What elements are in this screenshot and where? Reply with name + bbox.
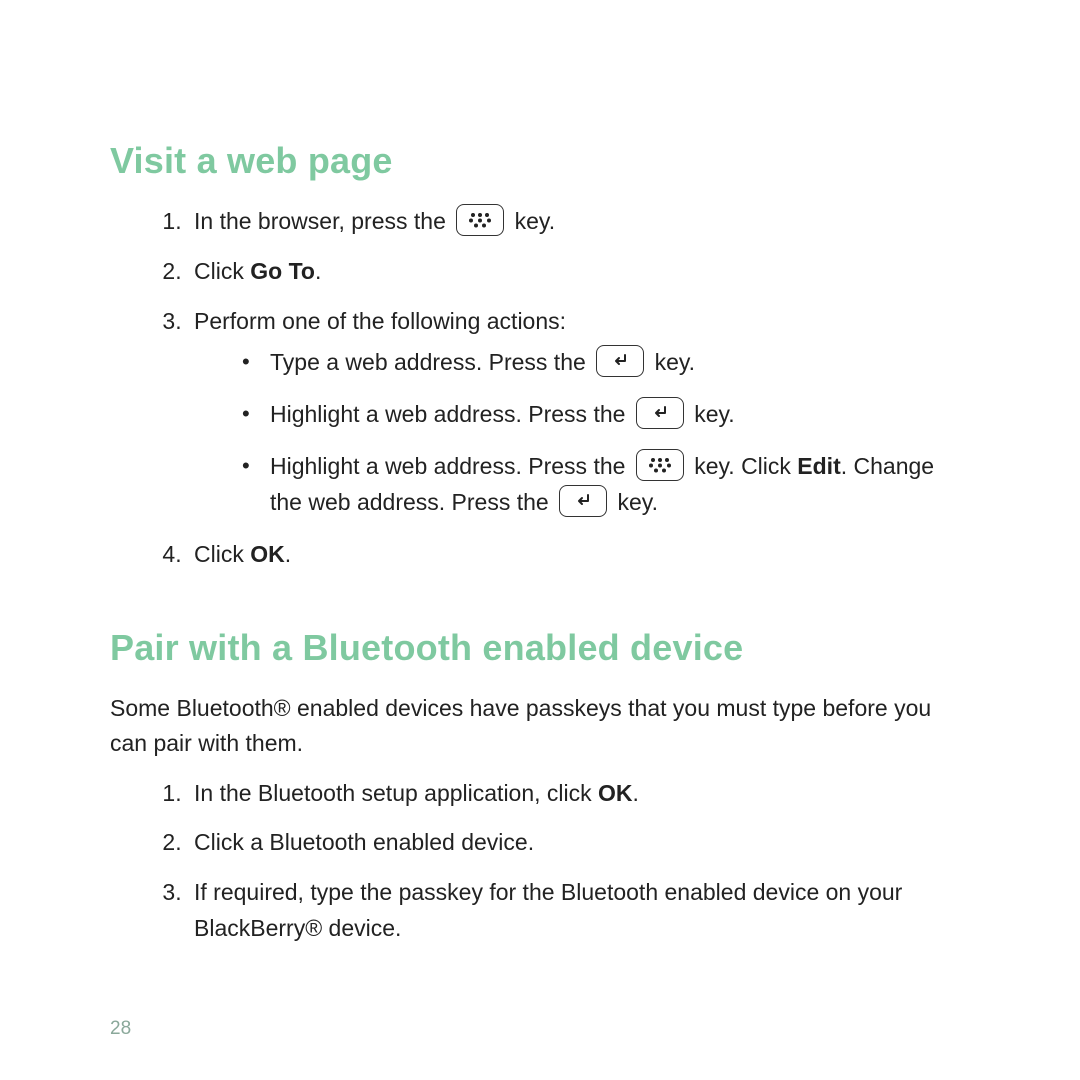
bold-text: Go To [250, 258, 315, 284]
visit-step-1: In the browser, press the key. [188, 204, 970, 240]
text: In the browser, press the [194, 208, 446, 234]
text: In the Bluetooth setup application, clic… [194, 780, 598, 806]
menu-key-icon [456, 204, 504, 236]
bold-text: OK [250, 541, 285, 567]
text: Highlight a web address. Press the [270, 453, 625, 479]
pair-step-1: In the Bluetooth setup application, clic… [188, 776, 970, 812]
text: . [315, 258, 321, 284]
text: key. [618, 489, 658, 515]
section-visit-content: In the browser, press the key. Click Go … [110, 204, 970, 573]
text: Type a web address. Press the [270, 349, 586, 375]
bold-text: Edit [797, 453, 840, 479]
text: key. [694, 401, 734, 427]
bullet-2: Highlight a web address. Press the key. [266, 397, 970, 433]
bullet-3: Highlight a web address. Press the key. … [266, 449, 970, 521]
text: Click [194, 258, 250, 284]
bullet-1: Type a web address. Press the key. [266, 345, 970, 381]
heading-visit-web-page: Visit a web page [110, 140, 970, 182]
page-number: 28 [110, 1018, 131, 1040]
pair-step-3: If required, type the passkey for the Bl… [188, 875, 970, 946]
menu-key-icon [636, 449, 684, 481]
text: key. [515, 208, 555, 234]
enter-key-icon [559, 485, 607, 517]
text: . [285, 541, 291, 567]
text: Click [194, 541, 250, 567]
pair-steps-list: In the Bluetooth setup application, clic… [110, 776, 970, 947]
visit-sub-bullets: Type a web address. Press the key. Highl… [194, 345, 970, 521]
enter-key-icon [596, 345, 644, 377]
text: Click a Bluetooth enabled device. [194, 829, 534, 855]
document-page: Visit a web page In the browser, press t… [0, 0, 1080, 1080]
heading-pair-bluetooth: Pair with a Bluetooth enabled device [110, 627, 970, 669]
section-pair-content: In the Bluetooth setup application, clic… [110, 776, 970, 947]
visit-step-3: Perform one of the following actions: Ty… [188, 304, 970, 521]
text: Perform one of the following actions: [194, 308, 566, 334]
enter-key-icon [636, 397, 684, 429]
text: . [633, 780, 639, 806]
text: Highlight a web address. Press the [270, 401, 625, 427]
visit-step-4: Click OK. [188, 537, 970, 573]
text: key. Click [694, 453, 797, 479]
text: key. [655, 349, 695, 375]
bold-text: OK [598, 780, 633, 806]
visit-steps-list: In the browser, press the key. Click Go … [110, 204, 970, 573]
pair-intro-text: Some Bluetooth® enabled devices have pas… [110, 691, 970, 762]
visit-step-2: Click Go To. [188, 254, 970, 290]
text: If required, type the passkey for the Bl… [194, 879, 902, 941]
pair-step-2: Click a Bluetooth enabled device. [188, 825, 970, 861]
